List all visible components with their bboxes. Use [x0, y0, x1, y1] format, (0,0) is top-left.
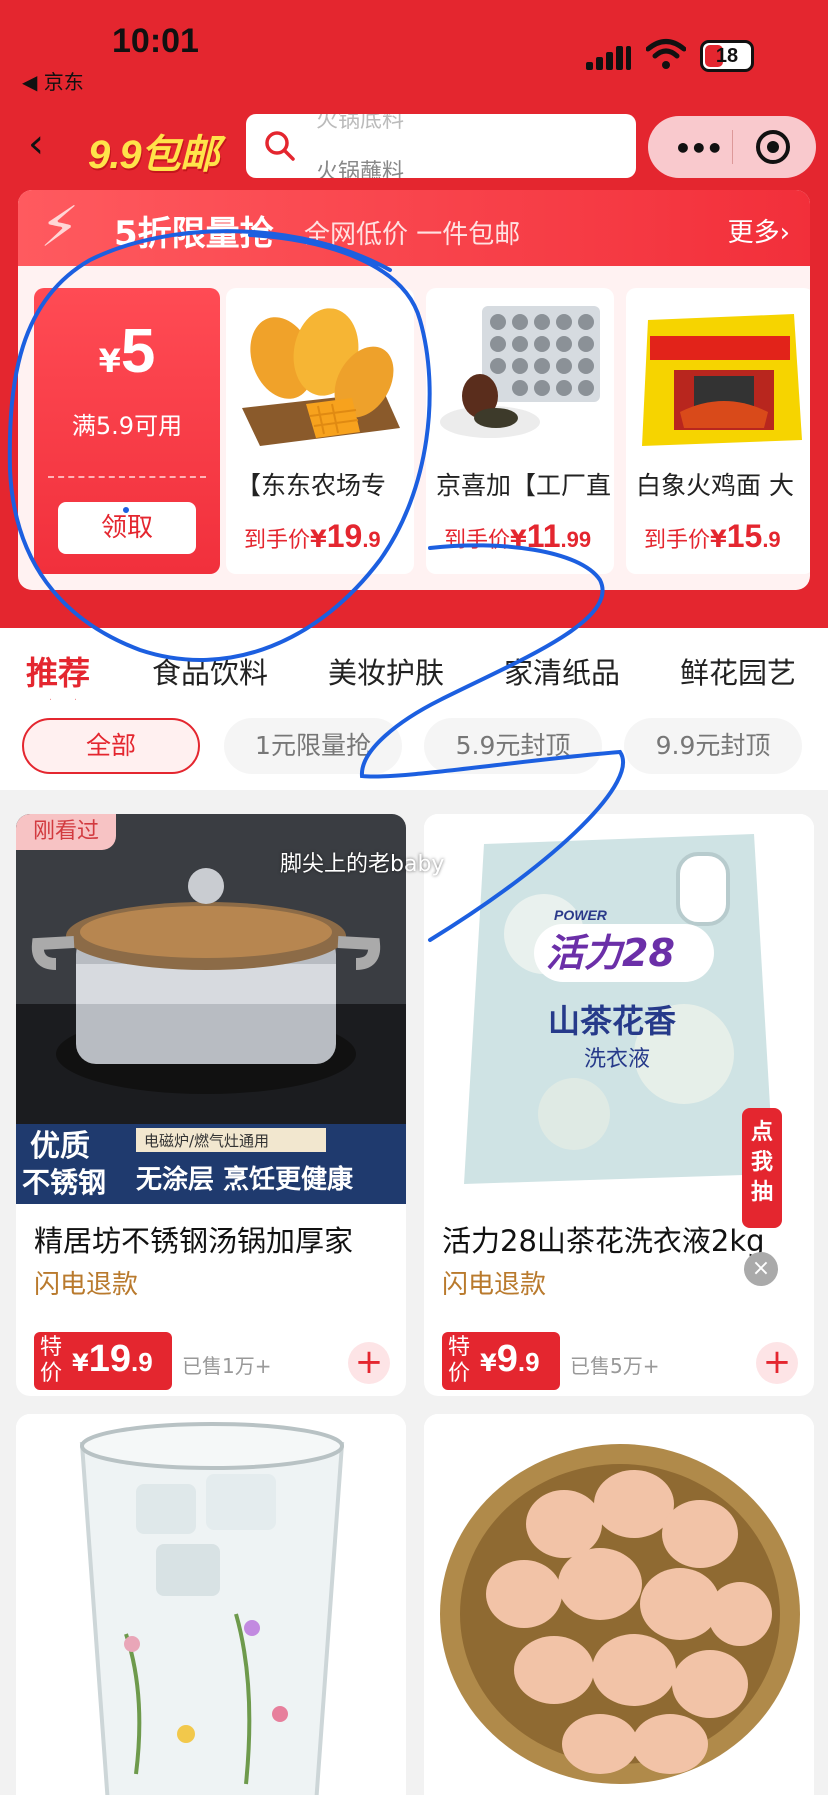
product-name: 京喜加【工厂直 — [436, 471, 612, 500]
product-price: 到手价¥19.9 — [244, 518, 381, 554]
mini-program-capsule: ••• — [648, 116, 816, 178]
flash-sale-header: ⚡ 5折限量抢 全网低价 一件包邮 更多› — [18, 190, 810, 266]
wifi-icon — [646, 39, 686, 69]
image-caption: 电磁炉/燃气灶通用 — [144, 1132, 269, 1150]
price-badge: 特价 ¥19.9 — [34, 1332, 172, 1390]
product-price: ¥19.9 — [72, 1338, 153, 1380]
image-caption: 活力28 — [546, 931, 675, 975]
battery-icon: 18 — [700, 40, 754, 72]
back-to-app-link[interactable]: ◀ 京东 — [22, 66, 84, 95]
product-name: 精居坊不锈钢汤锅加厚家 — [34, 1224, 354, 1258]
special-price-label: 特价 — [40, 1335, 63, 1386]
filter-5-9yuan[interactable]: 5.9元封顶 — [424, 718, 602, 774]
search-placeholder-previous: 火锅底料 — [316, 114, 405, 133]
product-card[interactable] — [16, 1414, 406, 1795]
image-caption: 山茶花香 — [548, 1002, 676, 1040]
coupon-condition: 满5.9可用 — [71, 412, 183, 440]
flash-product-card[interactable]: 【东东农场专 到手价¥19.9 — [226, 288, 414, 574]
search-input[interactable]: 火锅底料 火锅蘸料 — [246, 114, 636, 178]
filter-all[interactable]: 全部 — [22, 718, 200, 774]
product-price: 到手价¥15.9 — [644, 518, 781, 554]
close-program-icon[interactable] — [756, 130, 790, 164]
filter-9-9yuan[interactable]: 9.9元封顶 — [624, 718, 802, 774]
signal-icon — [586, 44, 632, 70]
coupon-amount: ¥5 — [98, 317, 156, 386]
tab-flowers[interactable]: 鲜花园艺 — [680, 650, 796, 692]
product-price: 到手价¥11.99 — [444, 518, 592, 554]
more-menu-icon[interactable]: ••• — [674, 132, 724, 165]
recently-viewed-badge: 刚看过 — [16, 814, 116, 850]
image-caption: 洗衣液 — [584, 1047, 650, 1072]
search-placeholder: 火锅蘸料 — [316, 160, 405, 178]
image-caption: 优质 — [30, 1129, 90, 1164]
tab-household[interactable]: 家清纸品 — [504, 650, 620, 692]
flash-sale-subtitle: 全网低价 一件包邮 — [304, 220, 521, 250]
price-badge: 特价 ¥9.9 — [442, 1332, 560, 1390]
product-card[interactable]: POWER 活力28 山茶花香 洗衣液 活力28山茶花洗衣液2kg 闪电退款 特… — [424, 814, 814, 1396]
product-price: ¥9.9 — [480, 1338, 540, 1380]
image-caption: POWER — [554, 907, 608, 923]
search-icon — [265, 131, 295, 161]
filter-1yuan[interactable]: 1元限量抢 — [224, 718, 402, 774]
product-name: 【东东农场专 — [236, 471, 387, 500]
flash-sale-section: ⚡ 5折限量抢 全网低价 一件包邮 更多› ¥5 满5.9可用 领取 【东东农场… — [18, 190, 810, 590]
page-logo: 9.9包邮 — [88, 133, 220, 177]
image-caption: 无涂层 烹饪更健康 — [136, 1164, 354, 1195]
claim-coupon-button[interactable]: 领取 — [58, 502, 196, 554]
add-to-cart-button[interactable]: + — [756, 1342, 798, 1384]
close-icon[interactable]: × — [744, 1252, 778, 1286]
coupon-card: ¥5 满5.9可用 领取 — [34, 288, 220, 574]
flash-sale-more-link[interactable]: 更多› — [728, 212, 790, 249]
status-bar: 10:01 ◀ 京东 18 — [0, 0, 828, 110]
filter-chips: 全部 1元限量抢 5.9元封顶 9.9元封顶 — [0, 700, 828, 790]
flash-refund-tag: 闪电退款 — [34, 1270, 139, 1300]
lucky-draw-button[interactable]: 点我抽 — [742, 1108, 782, 1228]
flash-product-card[interactable]: 京喜加【工厂直 到手价¥11.99 — [426, 288, 614, 574]
navigation-bar: ‹ 9.9包邮 火锅底料 火锅蘸料 ••• — [0, 112, 828, 182]
add-to-cart-button[interactable]: + — [348, 1342, 390, 1384]
eggs-basket-image — [424, 1414, 814, 1795]
back-arrow-icon[interactable]: ‹ — [28, 124, 68, 168]
flash-refund-tag: 闪电退款 — [442, 1270, 547, 1300]
tab-food-drink[interactable]: 食品饮料 — [152, 650, 268, 692]
product-card[interactable] — [424, 1414, 814, 1795]
flash-product-card[interactable]: 白象火鸡面 大 到手价¥15.9 — [626, 288, 810, 574]
flash-sale-title: 5折限量抢 — [114, 214, 274, 254]
tab-recommend[interactable]: 推荐 — [26, 648, 90, 694]
user-watermark: 脚尖上的老baby — [280, 852, 445, 877]
lightning-icon: ⚡ — [40, 195, 80, 260]
image-caption: 不锈钢 — [22, 1166, 106, 1199]
glass-cup-image — [16, 1414, 406, 1795]
special-price-label: 特价 — [448, 1335, 471, 1386]
mango-image — [242, 308, 400, 446]
status-time: 10:01 — [112, 22, 199, 60]
sold-count: 已售1万+ — [182, 1354, 272, 1378]
product-card[interactable]: 优质 不锈钢 电磁炉/燃气灶通用 无涂层 烹饪更健康 刚看过 精居坊不锈钢汤锅加… — [16, 814, 406, 1396]
product-name: 白象火鸡面 大 — [636, 471, 794, 500]
tab-beauty[interactable]: 美妆护肤 — [328, 650, 444, 692]
sold-count: 已售5万+ — [570, 1354, 660, 1378]
battery-level: 18 — [715, 45, 739, 67]
noodle-pack-image — [642, 314, 802, 446]
preserved-egg-image — [440, 306, 600, 438]
